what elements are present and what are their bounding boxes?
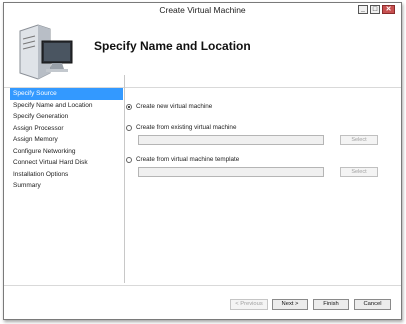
footer-divider: [4, 285, 401, 286]
new-vm-label: Create new virtual machine: [136, 103, 213, 110]
existing-vm-select-button[interactable]: Select: [340, 135, 378, 145]
create-vm-window: Create Virtual Machine _ □ ✕ Specify Nam…: [3, 2, 402, 320]
step-specify-name-location[interactable]: Specify Name and Location: [10, 100, 123, 112]
template-vm-label: Create from virtual machine template: [136, 156, 240, 163]
step-installation-options[interactable]: Installation Options: [10, 169, 123, 181]
wizard-header: Specify Name and Location: [4, 17, 401, 88]
close-button[interactable]: ✕: [382, 5, 395, 14]
template-vm-select-button[interactable]: Select: [340, 167, 378, 177]
previous-button[interactable]: < Previous: [230, 299, 268, 310]
title-bar[interactable]: Create Virtual Machine _ □ ✕: [4, 3, 401, 17]
window-title: Create Virtual Machine: [159, 5, 246, 15]
step-configure-networking[interactable]: Configure Networking: [10, 146, 123, 158]
page-title: Specify Name and Location: [94, 39, 251, 53]
minimize-button[interactable]: _: [358, 5, 368, 14]
step-assign-memory[interactable]: Assign Memory: [10, 134, 123, 146]
existing-vm-path-field[interactable]: [138, 135, 324, 145]
step-assign-processor[interactable]: Assign Processor: [10, 123, 123, 135]
template-vm-option[interactable]: Create from virtual machine template: [126, 156, 239, 163]
step-specify-source[interactable]: Specify Source: [10, 88, 123, 100]
window-controls: _ □ ✕: [358, 5, 395, 14]
finish-button[interactable]: Finish: [313, 299, 349, 310]
step-specify-generation[interactable]: Specify Generation: [10, 111, 123, 123]
existing-vm-radio[interactable]: [126, 124, 132, 131]
server-monitor-icon: [19, 24, 73, 80]
new-vm-option[interactable]: Create new virtual machine: [126, 103, 212, 110]
existing-vm-option[interactable]: Create from existing virtual machine: [126, 124, 236, 131]
new-vm-radio[interactable]: [126, 103, 132, 110]
existing-vm-label: Create from existing virtual machine: [136, 124, 237, 131]
step-summary[interactable]: Summary: [10, 180, 123, 192]
cancel-button[interactable]: Cancel: [354, 299, 391, 310]
sidebar-divider: [124, 75, 125, 283]
template-vm-path-field[interactable]: [138, 167, 324, 177]
step-connect-vhd[interactable]: Connect Virtual Hard Disk: [10, 157, 123, 169]
next-button[interactable]: Next >: [272, 299, 308, 310]
maximize-button[interactable]: □: [370, 5, 380, 14]
template-vm-radio[interactable]: [126, 156, 132, 163]
wizard-steps-nav: Specify Source Specify Name and Location…: [10, 88, 123, 192]
